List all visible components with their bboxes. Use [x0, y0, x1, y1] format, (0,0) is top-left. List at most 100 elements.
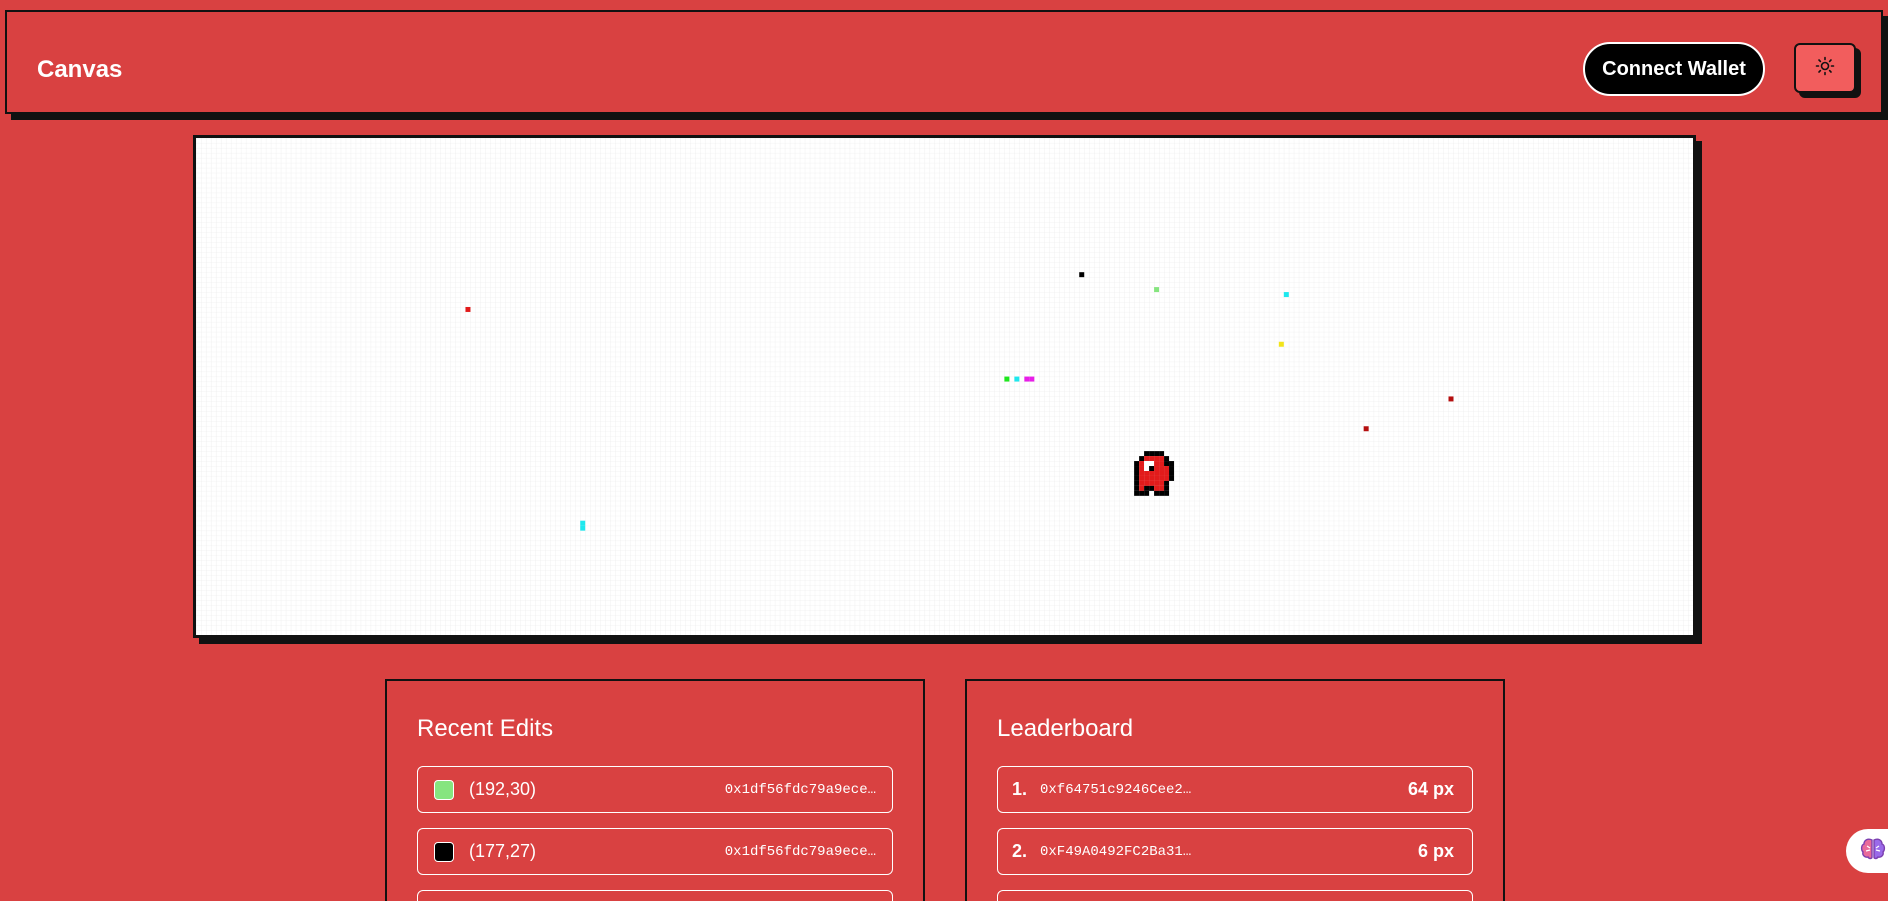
sprite-pixel [1164, 466, 1170, 471]
sprite-pixel [1164, 461, 1170, 467]
sprite-pixel [1139, 461, 1145, 467]
sprite-pixel [1139, 490, 1145, 496]
leaderboard-item[interactable]: 2. 0xF49A0492FC2Ba31… 6 px [997, 828, 1473, 875]
color-swatch [434, 779, 454, 800]
top-bar: Canvas Connect Wallet [5, 10, 1883, 114]
sprite-pixel [1139, 470, 1145, 476]
sprite-pixel [1134, 470, 1140, 476]
canvas-pixel [1079, 272, 1085, 278]
sprite-pixel [1144, 485, 1150, 491]
sprite-pixel [1154, 461, 1160, 467]
sprite-pixel [1169, 475, 1175, 481]
color-swatch [434, 841, 454, 862]
canvas-pixel [1014, 376, 1020, 382]
sprite-pixel [1144, 480, 1150, 486]
sprite-pixel [1144, 470, 1150, 476]
sprite-pixel [1159, 475, 1165, 481]
sprite-pixel [1134, 485, 1140, 491]
assistant-button[interactable] [1846, 829, 1888, 873]
sprite-pixel [1149, 451, 1155, 457]
sprite-pixel [1139, 480, 1145, 486]
recent-edit-item[interactable]: (177,27) 0x1df56fdc79a9ece… [417, 828, 893, 875]
canvas-pixel [465, 306, 471, 312]
sprite-pixel [1169, 470, 1175, 476]
canvas-pixel [1363, 426, 1369, 432]
leaderboard-address: 0xf64751c9246Cee2… [1040, 781, 1192, 798]
recent-edits-title: Recent Edits [417, 715, 554, 742]
sprite-pixel [1164, 475, 1170, 481]
sprite-pixel [1144, 456, 1150, 462]
pixel-canvas[interactable] [193, 135, 1696, 638]
sprite-pixel [1169, 466, 1175, 471]
canvas-pixel [1283, 292, 1289, 298]
sprite-pixel [1159, 451, 1165, 457]
recent-edit-item-partial[interactable] [417, 890, 893, 901]
sprite-pixel [1149, 456, 1155, 462]
leaderboard-panel: Leaderboard 1. 0xf64751c9246Cee2… 64 px … [965, 679, 1505, 901]
sprite-pixel [1134, 466, 1140, 471]
sprite-pixel [1154, 490, 1160, 496]
connect-wallet-button[interactable]: Connect Wallet [1583, 42, 1765, 96]
sprite-pixel [1154, 475, 1160, 481]
sprite-pixel [1154, 485, 1160, 491]
sprite-pixel [1164, 470, 1170, 476]
sprite-pixel [1144, 466, 1150, 471]
canvas-grid-background [196, 138, 1693, 635]
sprite-pixel [1164, 485, 1170, 491]
sprite-pixel [1144, 461, 1150, 467]
sprite-pixel [1164, 490, 1170, 496]
sprite-pixel [1139, 475, 1145, 481]
sprite-pixel [1154, 466, 1160, 471]
leaderboard-item-partial[interactable] [997, 890, 1473, 901]
sprite-pixel [1139, 485, 1145, 491]
sprite-pixel [1159, 480, 1165, 486]
sprite-pixel [1159, 461, 1165, 467]
sprite-pixel [1159, 470, 1165, 476]
editor-address: 0x1df56fdc79a9ece… [724, 843, 876, 860]
sprite-pixel [1134, 490, 1140, 496]
leaderboard-rank: 1. [1012, 779, 1028, 799]
sprite-pixel [1149, 475, 1155, 481]
sprite-pixel [1134, 461, 1140, 467]
canvas-pixel [1004, 376, 1010, 382]
sprite-pixel [1159, 456, 1165, 462]
canvas-pixel [1278, 341, 1284, 347]
sprite-pixel [1149, 466, 1155, 471]
leaderboard-address: 0xF49A0492FC2Ba31… [1040, 843, 1192, 860]
edit-coordinates: (177,27) [469, 841, 537, 861]
sprite-pixel [1134, 480, 1140, 486]
pixel-count: 6 px [1417, 841, 1454, 861]
theme-toggle-button[interactable] [1794, 43, 1856, 93]
sprite-pixel [1144, 475, 1150, 481]
canvas-pixel [1448, 396, 1454, 402]
sprite-pixel [1154, 456, 1160, 462]
sprite-pixel [1139, 456, 1145, 462]
sprite-pixel [1159, 485, 1165, 491]
sprite-pixel [1149, 461, 1155, 467]
sprite-pixel [1144, 490, 1150, 496]
sprite-pixel [1159, 490, 1165, 496]
leaderboard-title: Leaderboard [997, 715, 1134, 742]
sprite-pixel [1154, 451, 1160, 457]
sprite-pixel [1159, 466, 1165, 471]
editor-address: 0x1df56fdc79a9ece… [724, 781, 876, 798]
app-title: Canvas [37, 56, 123, 83]
sprite-pixel [1139, 466, 1145, 471]
sprite-pixel [1149, 480, 1155, 486]
sun-icon [1815, 56, 1835, 81]
recent-edits-panel: Recent Edits (192,30) 0x1df56fdc79a9ece…… [385, 679, 925, 901]
recent-edit-item[interactable]: (192,30) 0x1df56fdc79a9ece… [417, 766, 893, 813]
sprite-pixel [1154, 480, 1160, 486]
canvas-pixel [580, 525, 586, 531]
sprite-pixel [1149, 470, 1155, 476]
sprite-pixel [1164, 480, 1170, 486]
leaderboard-rank: 2. [1012, 841, 1028, 861]
edit-coordinates: (192,30) [469, 779, 537, 799]
canvas-pixel [1024, 376, 1030, 382]
sprite-pixel [1164, 456, 1170, 462]
sprite-pixel [1144, 451, 1150, 457]
canvas-pixel [1154, 287, 1160, 293]
leaderboard-item[interactable]: 1. 0xf64751c9246Cee2… 64 px [997, 766, 1473, 813]
canvas-pixel [580, 520, 586, 526]
pixel-canvas-grid[interactable] [196, 138, 1693, 635]
